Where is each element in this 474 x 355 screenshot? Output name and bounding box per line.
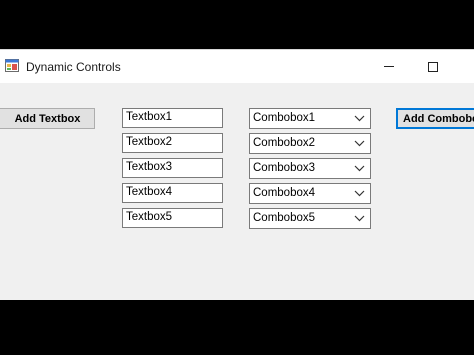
textbox-1[interactable]: Textbox1 bbox=[122, 108, 223, 128]
combobox-value: Combobox2 bbox=[253, 137, 316, 149]
add-textbox-button[interactable]: Add Textbox bbox=[0, 108, 95, 129]
textbox-2[interactable]: Textbox2 bbox=[122, 133, 223, 153]
title-bar[interactable]: Dynamic Controls bbox=[0, 50, 474, 83]
chevron-down-icon[interactable] bbox=[354, 189, 365, 198]
minimize-button[interactable] bbox=[366, 50, 412, 83]
combobox-value: Combobox5 bbox=[253, 212, 316, 224]
app-form-icon bbox=[5, 59, 19, 72]
maximize-icon bbox=[428, 61, 438, 72]
combobox-3[interactable]: Combobox3 bbox=[249, 158, 371, 179]
chevron-down-icon[interactable] bbox=[354, 139, 365, 148]
textbox-4[interactable]: Textbox4 bbox=[122, 183, 223, 203]
combobox-value: Combobox3 bbox=[253, 162, 316, 174]
chevron-down-icon[interactable] bbox=[354, 214, 365, 223]
form-window: Dynamic Controls Add Textbox Textbox1 Te… bbox=[0, 49, 474, 300]
combobox-4[interactable]: Combobox4 bbox=[249, 183, 371, 204]
combobox-value: Combobox4 bbox=[253, 187, 316, 199]
maximize-button[interactable] bbox=[410, 50, 456, 83]
chevron-down-icon[interactable] bbox=[354, 114, 365, 123]
add-combobox-button[interactable]: Add Combobox bbox=[396, 108, 474, 129]
textbox-5[interactable]: Textbox5 bbox=[122, 208, 223, 228]
add-combobox-label: Add Combobox bbox=[403, 112, 474, 125]
combobox-5[interactable]: Combobox5 bbox=[249, 208, 371, 229]
textbox-3[interactable]: Textbox3 bbox=[122, 158, 223, 178]
chevron-down-icon[interactable] bbox=[354, 164, 365, 173]
combobox-1[interactable]: Combobox1 bbox=[249, 108, 371, 129]
window-title: Dynamic Controls bbox=[26, 60, 121, 74]
form-client-area: Add Textbox Textbox1 Textbox2 Textbox3 T… bbox=[0, 83, 474, 300]
minimize-icon bbox=[384, 66, 394, 67]
combobox-2[interactable]: Combobox2 bbox=[249, 133, 371, 154]
combobox-value: Combobox1 bbox=[253, 112, 316, 124]
add-textbox-label: Add Textbox bbox=[14, 112, 81, 125]
